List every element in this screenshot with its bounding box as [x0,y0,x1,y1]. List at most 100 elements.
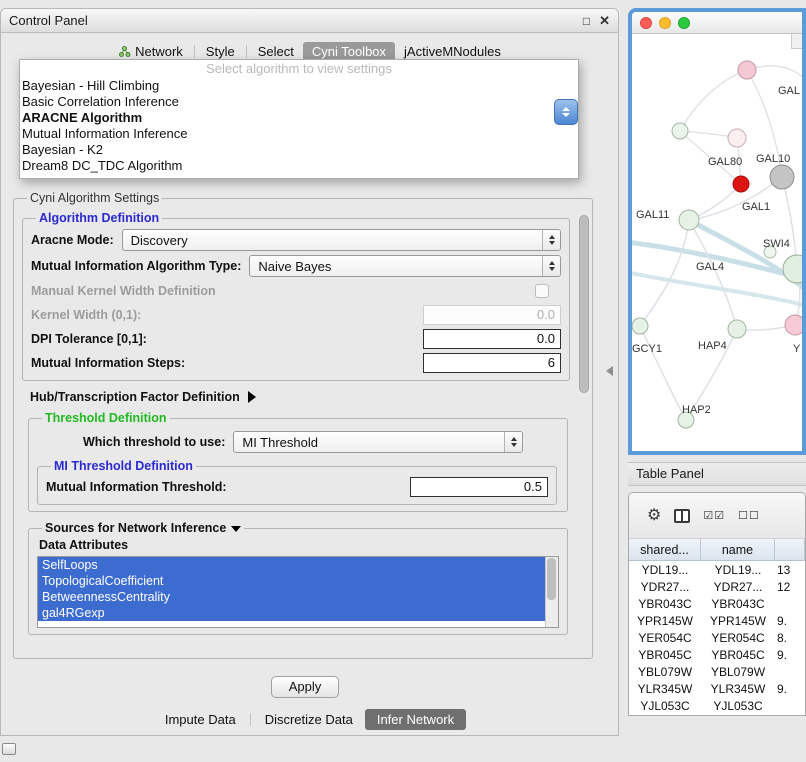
network-node[interactable] [770,165,794,189]
table-cell: 9. [775,682,805,696]
table-row[interactable]: YER054CYER054C8. [629,629,805,646]
threshold-definition-group: Threshold Definition Which threshold to … [28,411,568,512]
table-row[interactable]: YBR043CYBR043C [629,595,805,612]
mi-type-label: Mutual Information Algorithm Type: [31,259,241,273]
deselect-all-icon[interactable]: ☐☐ [738,509,760,522]
attributes-scrollbar[interactable] [545,557,558,627]
scrollbar-thumb[interactable] [547,558,556,600]
network-node[interactable] [728,129,746,147]
gear-icon[interactable]: ⚙ [647,508,661,524]
manual-kernel-checkbox[interactable] [535,284,549,298]
network-window-titlebar[interactable] [632,12,802,34]
network-edge[interactable] [680,70,747,131]
mi-threshold-row: Mutual Information Threshold: 0.5 [46,475,548,499]
table-row[interactable]: YBL079WYBL079W [629,663,805,680]
table-cell: YPR145W [701,614,775,628]
table-cell: YLR345W [701,682,775,696]
settings-scrollbar[interactable] [579,215,589,648]
table-row[interactable]: YLR345WYLR345W9. [629,680,805,697]
network-node[interactable] [783,255,802,283]
select-all-icon[interactable]: ☑☑ [703,509,725,522]
control-panel-titlebar[interactable]: Control Panel □ ✕ [1,9,618,33]
network-node-label: GAL80 [708,156,742,168]
algorithm-popup-list: Bayesian - Hill ClimbingBasic Correlatio… [20,78,578,174]
traffic-close-icon[interactable] [640,17,652,29]
algorithm-option[interactable]: Mutual Information Inference [20,126,578,142]
network-node-label: GCY1 [632,343,662,355]
scrollbar-thumb[interactable] [579,215,589,393]
network-node[interactable] [738,61,756,79]
network-edge[interactable] [640,326,686,420]
algorithm-option[interactable]: Bayesian - Hill Climbing [20,78,578,94]
network-graph[interactable]: GALGAL80GAL10GAL11GAL1SWI4GAL4GCY1HAP4HA… [632,34,802,451]
attribute-list-item[interactable]: TopologicalCoefficient [38,573,545,589]
tab-jactivemnodules[interactable]: jActiveMNodules [395,42,510,61]
dpi-tolerance-row: DPI Tolerance [0,1]: 0.0 [31,327,561,351]
tab-network[interactable]: Network [109,42,192,61]
column-header-shared[interactable]: shared... [629,539,701,560]
column-header-extra[interactable] [775,539,805,560]
table-row[interactable]: YDR27...YDR27...12 [629,578,805,595]
algorithm-option[interactable]: Basic Correlation Inference [20,94,578,110]
network-node[interactable] [632,318,648,334]
network-edge[interactable] [640,220,689,326]
mi-type-select[interactable]: Naive Bayes [249,255,561,277]
table-row[interactable]: YDL19...YDL19...13 [629,561,805,578]
mi-threshold-field[interactable]: 0.5 [410,477,548,497]
traffic-zoom-icon[interactable] [678,17,690,29]
tab-style[interactable]: Style [197,42,244,61]
network-node[interactable] [785,315,802,335]
attribute-list-item[interactable]: SelfLoops [38,557,545,573]
data-attributes-list[interactable]: SelfLoopsTopologicalCoefficientBetweenne… [37,556,559,628]
sources-group-title[interactable]: Sources for Network Inference [42,521,244,535]
columns-icon[interactable] [674,509,690,523]
aracne-mode-select[interactable]: Discovery [122,229,561,251]
table-cell: YBR045C [701,648,775,662]
hub-definition-toggle[interactable]: Hub/Transcription Factor Definition [30,390,570,404]
network-view-window: GALGAL80GAL10GAL11GAL1SWI4GAL4GCY1HAP4HA… [628,8,806,455]
table-row[interactable]: YPR145WYPR145W9. [629,612,805,629]
attribute-list-item[interactable]: gal4RGexp [38,605,545,621]
algorithm-combo-stepper-button[interactable] [554,99,578,125]
network-scrollbar-stub[interactable] [791,34,802,49]
dpi-tolerance-field[interactable]: 0.0 [423,329,561,349]
close-window-icon[interactable]: ✕ [599,13,610,29]
tab-discretize-data[interactable]: Discretize Data [253,709,365,730]
tab-cyni-toolbox[interactable]: Cyni Toolbox [303,42,395,61]
table-cell: YBL079W [629,665,701,679]
kernel-width-field[interactable]: 0.0 [423,305,561,325]
network-node[interactable] [733,176,749,192]
stepper-up-icon [562,107,570,111]
tab-select[interactable]: Select [249,42,303,61]
algorithm-option[interactable]: Dream8 DC_TDC Algorithm [20,158,578,174]
network-canvas[interactable]: GALGAL80GAL10GAL11GAL1SWI4GAL4GCY1HAP4HA… [632,34,802,451]
mi-steps-field[interactable]: 6 [423,353,561,373]
control-panel-title: Control Panel [9,13,574,28]
aracne-mode-value: Discovery [123,233,542,248]
column-header-name[interactable]: name [701,539,775,560]
tab-impute-data[interactable]: Impute Data [153,709,248,730]
panel-splitter-collapse-icon[interactable] [606,366,613,376]
network-node[interactable] [728,320,746,338]
traffic-minimize-icon[interactable] [659,17,671,29]
mi-threshold-label: Mutual Information Threshold: [46,480,227,494]
network-node[interactable] [672,123,688,139]
tab-style-label: Style [206,44,235,59]
collapsed-panel-icon[interactable] [2,743,16,755]
network-node[interactable] [679,210,699,230]
table-row[interactable]: YJL053CYJL053C [629,697,805,714]
table-row[interactable]: YBR045CYBR045C9. [629,646,805,663]
apply-button[interactable]: Apply [271,676,339,698]
network-edge[interactable] [689,220,737,329]
mi-type-value: Naive Bayes [250,259,542,274]
tab-jactivemnodules-label: jActiveMNodules [404,44,501,59]
float-window-icon[interactable]: □ [583,14,590,28]
attribute-list-item[interactable]: BetweennessCentrality [38,589,545,605]
stepper-down-icon [562,113,570,117]
algorithm-option[interactable]: ARACNE Algorithm [20,110,578,126]
kernel-width-row: Kernel Width (0,1): 0.0 [31,303,561,327]
kernel-width-label: Kernel Width (0,1): [31,308,141,322]
algorithm-option[interactable]: Bayesian - K2 [20,142,578,158]
which-threshold-select[interactable]: MI Threshold [233,431,523,453]
tab-infer-network[interactable]: Infer Network [365,709,466,730]
